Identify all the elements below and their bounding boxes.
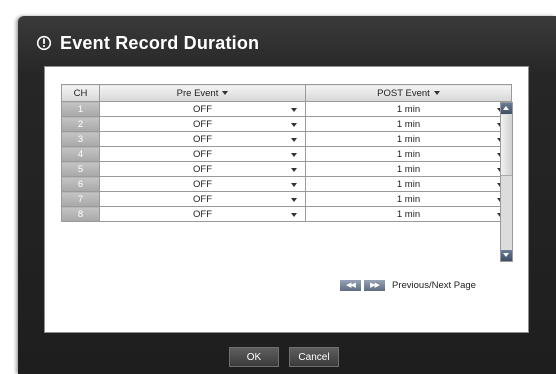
event-duration-table: CH Pre Event POST Event 1 OFF 1 min 2 OFF 1 m… <box>61 84 512 222</box>
ok-button[interactable]: OK <box>229 347 279 367</box>
table-row: 7 OFF 1 min <box>61 191 512 207</box>
settings-panel: CH Pre Event POST Event 1 OFF 1 min 2 OFF 1 m… <box>44 66 529 333</box>
caret-down-icon <box>433 90 440 95</box>
post-event-select[interactable]: 1 min <box>305 131 512 147</box>
table-row: 5 OFF 1 min <box>61 161 512 177</box>
post-event-select[interactable]: 1 min <box>305 206 512 222</box>
event-record-duration-dialog: Event Record Duration CH Pre Event POST … <box>18 16 556 374</box>
channel-number: 5 <box>61 161 100 177</box>
fast-forward-icon: ▶▶ <box>370 281 380 289</box>
pre-event-value: OFF <box>193 148 212 160</box>
post-event-value: 1 min <box>396 133 421 145</box>
dialog-title: Event Record Duration <box>60 32 260 53</box>
post-event-value: 1 min <box>396 163 421 175</box>
previous-page-button[interactable]: ◀◀ <box>340 280 361 291</box>
post-event-select[interactable]: 1 min <box>305 191 512 207</box>
rewind-icon: ◀◀ <box>346 281 356 289</box>
chevron-down-icon <box>291 138 297 142</box>
post-event-select[interactable]: 1 min <box>305 146 512 162</box>
table-row: 1 OFF 1 min <box>61 101 512 117</box>
column-header-pre-event[interactable]: Pre Event <box>99 84 306 102</box>
scroll-up-button[interactable] <box>501 103 512 114</box>
channel-number: 4 <box>61 146 100 162</box>
arrow-down-icon <box>503 253 509 257</box>
scrollbar-thumb[interactable] <box>501 115 512 176</box>
chevron-down-icon <box>291 198 297 202</box>
dialog-header: Event Record Duration <box>36 28 259 58</box>
column-header-post-event[interactable]: POST Event <box>305 84 512 102</box>
chevron-down-icon <box>291 168 297 172</box>
post-event-value: 1 min <box>396 148 421 160</box>
pre-event-select[interactable]: OFF <box>99 116 306 132</box>
channel-number: 6 <box>61 176 100 192</box>
table-scrollbar[interactable] <box>500 102 513 262</box>
arrow-up-icon <box>503 106 509 110</box>
pre-event-select[interactable]: OFF <box>99 161 306 177</box>
post-event-select[interactable]: 1 min <box>305 176 512 192</box>
pre-event-select[interactable]: OFF <box>99 131 306 147</box>
pre-event-select[interactable]: OFF <box>99 191 306 207</box>
table-row: 4 OFF 1 min <box>61 146 512 162</box>
pagination: ◀◀ ▶▶ Previous/Next Page <box>340 280 476 291</box>
table-row: 8 OFF 1 min <box>61 206 512 222</box>
pagination-label: Previous/Next Page <box>392 280 476 291</box>
pre-event-select[interactable]: OFF <box>99 206 306 222</box>
pre-event-value: OFF <box>193 208 212 220</box>
pre-event-select[interactable]: OFF <box>99 146 306 162</box>
chevron-down-icon <box>291 213 297 217</box>
pre-event-value: OFF <box>193 118 212 130</box>
post-event-value: 1 min <box>396 118 421 130</box>
scroll-down-button[interactable] <box>501 250 512 261</box>
pre-event-value: OFF <box>193 193 212 205</box>
cancel-button[interactable]: Cancel <box>289 347 339 367</box>
channel-number: 3 <box>61 131 100 147</box>
chevron-down-icon <box>291 183 297 187</box>
post-event-value: 1 min <box>396 208 421 220</box>
channel-number: 2 <box>61 116 100 132</box>
channel-number: 8 <box>61 206 100 222</box>
caret-down-icon <box>222 90 229 95</box>
next-page-button[interactable]: ▶▶ <box>364 280 385 291</box>
post-event-value: 1 min <box>396 178 421 190</box>
post-event-value: 1 min <box>396 193 421 205</box>
chevron-down-icon <box>291 153 297 157</box>
post-event-select[interactable]: 1 min <box>305 161 512 177</box>
info-circle-icon <box>36 35 52 51</box>
channel-number: 1 <box>61 101 100 117</box>
post-event-value: 1 min <box>396 103 421 115</box>
pre-event-value: OFF <box>193 178 212 190</box>
pre-event-value: OFF <box>193 103 212 115</box>
column-header-ch: CH <box>61 84 100 102</box>
table-row: 2 OFF 1 min <box>61 116 512 132</box>
post-event-select[interactable]: 1 min <box>305 116 512 132</box>
chevron-down-icon <box>291 123 297 127</box>
table-row: 3 OFF 1 min <box>61 131 512 147</box>
chevron-down-icon <box>291 108 297 112</box>
pre-event-value: OFF <box>193 163 212 175</box>
table-header-row: CH Pre Event POST Event <box>61 84 512 102</box>
channel-number: 7 <box>61 191 100 207</box>
post-event-select[interactable]: 1 min <box>305 101 512 117</box>
pre-event-value: OFF <box>193 133 212 145</box>
pre-event-select[interactable]: OFF <box>99 176 306 192</box>
pre-event-select[interactable]: OFF <box>99 101 306 117</box>
table-row: 6 OFF 1 min <box>61 176 512 192</box>
